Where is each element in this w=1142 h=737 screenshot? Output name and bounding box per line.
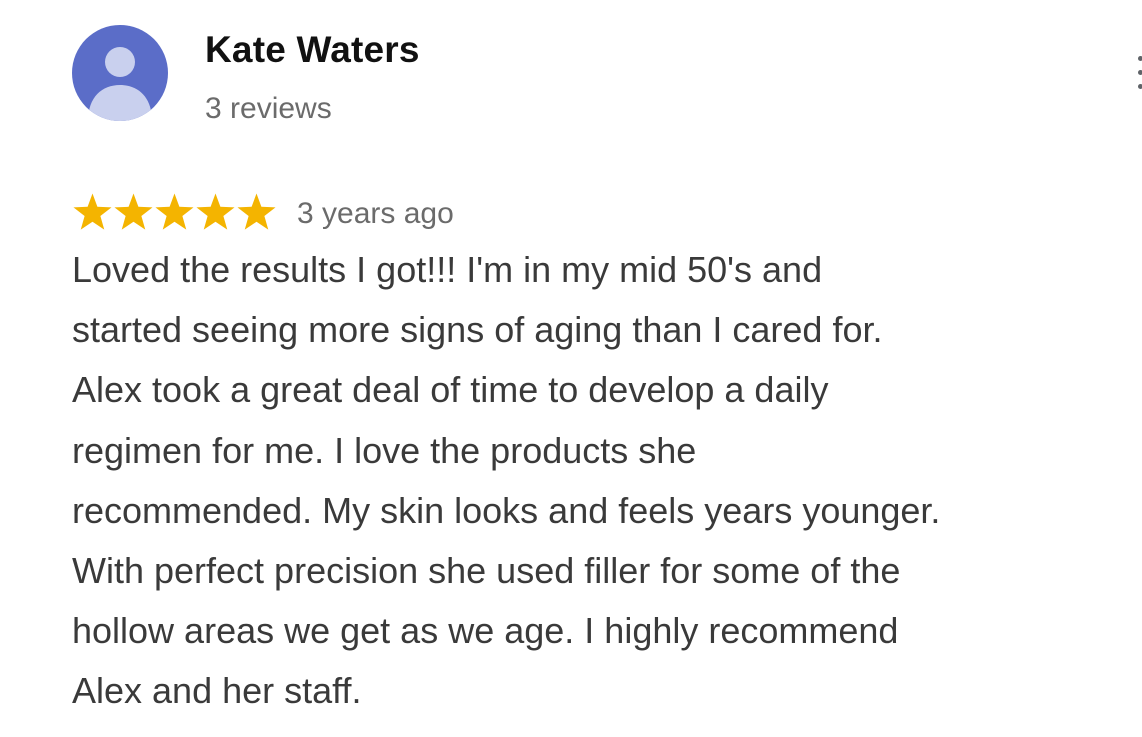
review-text-line: Loved the results I got!!! I'm in my mid… <box>72 249 823 290</box>
star-icon <box>73 193 112 230</box>
review-text-line: started seeing more signs of aging than … <box>72 309 883 351</box>
person-icon <box>88 47 152 121</box>
review-text-line: Alex took a great deal of time to develo… <box>72 369 829 411</box>
star-icon <box>155 193 194 230</box>
review-text-line: hollow areas we get as we age. I highly … <box>72 610 899 652</box>
star-rating <box>72 190 277 234</box>
review-card: Kate Waters 3 reviews 3 years ago Loved … <box>0 0 1142 737</box>
author-name[interactable]: Kate Waters <box>205 28 420 72</box>
review-text: Loved the results I got!!! I'm in my mid… <box>72 240 1132 722</box>
star-icon <box>196 193 235 230</box>
review-text-line: regimen for me. I love the products she <box>72 429 697 471</box>
review-time: 3 years ago <box>297 197 454 230</box>
author-avatar[interactable] <box>72 25 168 121</box>
author-review-count: 3 reviews <box>205 92 332 125</box>
star-icon <box>114 193 153 230</box>
star-icon <box>237 193 276 230</box>
stars-container <box>72 192 277 233</box>
more-options-icon[interactable] <box>1130 52 1142 92</box>
review-text-line: Alex and her staff. <box>72 670 362 712</box>
review-text-line: With perfect precision she used filler f… <box>72 550 901 592</box>
review-text-line: recommended. My skin looks and feels yea… <box>72 489 941 531</box>
